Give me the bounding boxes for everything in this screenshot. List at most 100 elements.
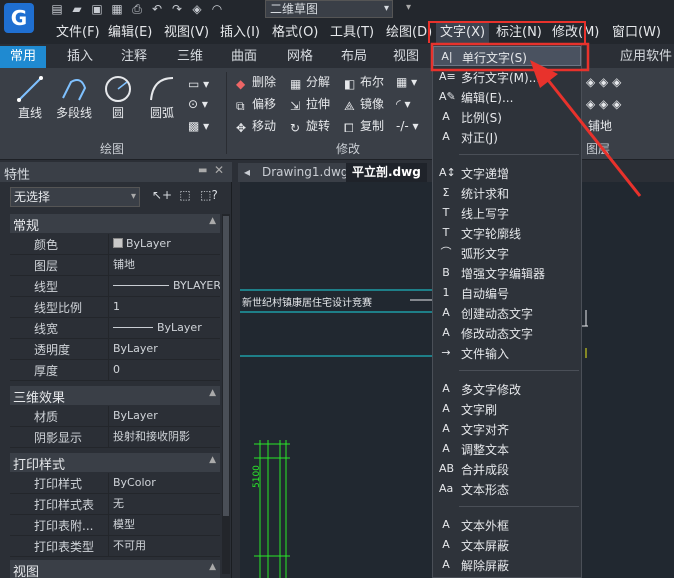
move-button[interactable]: ✥ 移动	[236, 116, 276, 136]
layers-icon[interactable]: ◈	[190, 1, 204, 17]
menu-item-merge-paragraph[interactable]: AB 合并成段	[433, 459, 581, 479]
open-folder-icon[interactable]: ▰	[70, 1, 84, 17]
save-icon[interactable]: ▣	[90, 1, 104, 17]
menu-file[interactable]: 文件(F)	[52, 23, 104, 43]
tab-annotate[interactable]: 注释	[114, 46, 154, 68]
menu-edit[interactable]: 编辑(E)	[104, 23, 156, 43]
property-value[interactable]: 1	[108, 297, 220, 317]
property-row[interactable]: 打印样式表无	[10, 494, 220, 515]
property-value[interactable]: 铺地	[108, 255, 220, 275]
section-view[interactable]: 视图 ▲	[10, 560, 220, 578]
section-plot-style[interactable]: 打印样式 ▲	[10, 453, 220, 473]
tab-layout[interactable]: 布局	[334, 46, 374, 68]
menu-item-enhanced-editor[interactable]: B 增强文字编辑器	[433, 263, 581, 283]
menu-item-scale-text[interactable]: A 比例(S)	[433, 107, 581, 127]
property-value[interactable]: ByColor	[108, 473, 220, 493]
property-row[interactable]: 图层 铺地	[10, 255, 220, 276]
hatch-icon[interactable]: ▩ ▾	[188, 116, 209, 136]
property-value[interactable]: ByLayer	[108, 318, 220, 338]
menu-item-modify-dynamic-text[interactable]: A 修改动态文字	[433, 323, 581, 343]
menu-item-text-outline[interactable]: T 文字轮廓线	[433, 223, 581, 243]
doc-tab-elevation[interactable]: 平立剖.dwg	[346, 163, 427, 182]
property-row[interactable]: 打印表类型 不可用	[10, 536, 220, 557]
rectangle-icon[interactable]: ▭ ▾	[188, 74, 209, 94]
menu-view[interactable]: 视图(V)	[160, 23, 213, 43]
section-general[interactable]: 常规 ▲	[10, 214, 220, 234]
menu-insert[interactable]: 插入(I)	[216, 23, 264, 43]
property-value[interactable]: 模型	[108, 515, 220, 535]
menu-item-create-dynamic-text[interactable]: A 创建动态文字	[433, 303, 581, 323]
property-value[interactable]: 投射和接收阴影	[108, 427, 220, 447]
property-value[interactable]: 0	[108, 360, 220, 380]
menu-item-text-align[interactable]: A 文字对齐	[433, 419, 581, 439]
menu-item-unmask[interactable]: A 解除屏蔽	[433, 555, 581, 575]
menu-item-edit-text[interactable]: A✎ 编辑(E)...	[433, 87, 581, 107]
arc-button[interactable]: 圆弧	[142, 74, 182, 121]
tab-surface[interactable]: 曲面	[224, 46, 264, 68]
property-value[interactable]: 不可用	[108, 536, 220, 556]
property-row[interactable]: 打印样式 ByColor	[10, 473, 220, 494]
tab-3d[interactable]: 三维	[170, 46, 210, 68]
selection-select[interactable]: 无选择 ▾	[10, 187, 140, 207]
scroll-left-icon[interactable]: ◂	[238, 163, 257, 182]
menu-item-text-frame[interactable]: A 文本外框	[433, 515, 581, 535]
close-icon[interactable]: ✕	[214, 163, 224, 177]
menu-item-arc-text[interactable]: ⌒ 弧形文字	[433, 243, 581, 263]
property-row[interactable]: 颜色 ByLayer	[10, 234, 220, 255]
menu-item-adjust-text[interactable]: A 调整文本	[433, 439, 581, 459]
toggle-pickadd-icon[interactable]: ↖+	[152, 188, 172, 206]
menu-format[interactable]: 格式(O)	[268, 23, 322, 43]
mirror-button[interactable]: ⟁ 镜像	[344, 94, 384, 114]
property-row[interactable]: 线型 BYLAYER	[10, 276, 220, 297]
layer-state-icon[interactable]: ◈ ◈ ◈	[586, 94, 621, 114]
tab-home[interactable]: 常用	[0, 46, 46, 68]
boolean-button[interactable]: ◧ 布尔	[344, 72, 384, 92]
offset-button[interactable]: ⧉ 偏移	[236, 94, 276, 114]
menu-item-multi-text-modify[interactable]: A 多文字修改	[433, 379, 581, 399]
workspace-select[interactable]: 二维草图 ▾	[265, 0, 393, 18]
pin-icon[interactable]: ▬	[198, 165, 207, 176]
property-value[interactable]: BYLAYER	[108, 276, 220, 296]
tab-insert[interactable]: 插入	[60, 46, 100, 68]
menu-window[interactable]: 窗口(W)	[608, 23, 665, 43]
stretch-button[interactable]: ⇲ 拉伸	[290, 94, 330, 114]
property-row[interactable]: 透明度 ByLayer	[10, 339, 220, 360]
layer-name[interactable]: 铺地	[588, 116, 612, 136]
rotate-button[interactable]: ↻ 旋转	[290, 116, 330, 136]
properties-scrollbar[interactable]	[222, 214, 230, 574]
layer-tools-icon[interactable]: ◈ ◈ ◈	[586, 72, 621, 92]
menu-item-text-increment[interactable]: A↕ 文字递增	[433, 163, 581, 183]
print-icon[interactable]: ⎙	[130, 1, 144, 17]
menu-item-justify-text[interactable]: A 对正(J)	[433, 127, 581, 147]
line-button[interactable]: 直线	[12, 74, 48, 121]
menu-item-text-on-line[interactable]: T 线上写字	[433, 203, 581, 223]
property-row[interactable]: 打印表附... 模型	[10, 515, 220, 536]
erase-button[interactable]: ◆ 删除	[236, 72, 276, 92]
property-row[interactable]: 材质 ByLayer	[10, 406, 220, 427]
ellipse-icon[interactable]: ⊙ ▾	[188, 94, 208, 114]
menu-item-multiline-text[interactable]: A≡ 多行文字(M)...	[433, 67, 581, 87]
property-row[interactable]: 线宽 ByLayer	[10, 318, 220, 339]
menu-item-auto-number[interactable]: 1 自动编号	[433, 283, 581, 303]
circle-button[interactable]: 圆	[102, 74, 134, 121]
menu-tools[interactable]: 工具(T)	[326, 23, 378, 43]
new-file-icon[interactable]: ▤	[50, 1, 64, 17]
headset-icon[interactable]: ◠	[210, 1, 224, 17]
fillet-icon[interactable]: ◜ ▾	[396, 94, 410, 114]
scrollbar-thumb[interactable]	[223, 216, 229, 516]
property-value[interactable]: ByLayer	[108, 234, 220, 254]
property-row[interactable]: 线型比例 1	[10, 297, 220, 318]
tab-view[interactable]: 视图	[386, 46, 426, 68]
array-icon[interactable]: ▦ ▾	[396, 72, 417, 92]
property-row[interactable]: 厚度 0	[10, 360, 220, 381]
customize-toolbar-icon[interactable]: ▾	[406, 2, 411, 13]
polyline-button[interactable]: 多段线	[52, 74, 96, 121]
trim-icon[interactable]: -/- ▾	[396, 116, 419, 136]
property-value[interactable]: ByLayer	[108, 406, 220, 426]
undo-icon[interactable]: ↶	[150, 1, 164, 17]
copy-button[interactable]: ⧠ 复制	[344, 116, 384, 136]
menu-item-text-mask[interactable]: A 文本屏蔽	[433, 535, 581, 555]
menu-item-single-line-text[interactable]: A| 单行文字(S)	[433, 46, 581, 66]
explode-button[interactable]: ▦ 分解	[290, 72, 330, 92]
tab-mesh[interactable]: 网格	[280, 46, 320, 68]
